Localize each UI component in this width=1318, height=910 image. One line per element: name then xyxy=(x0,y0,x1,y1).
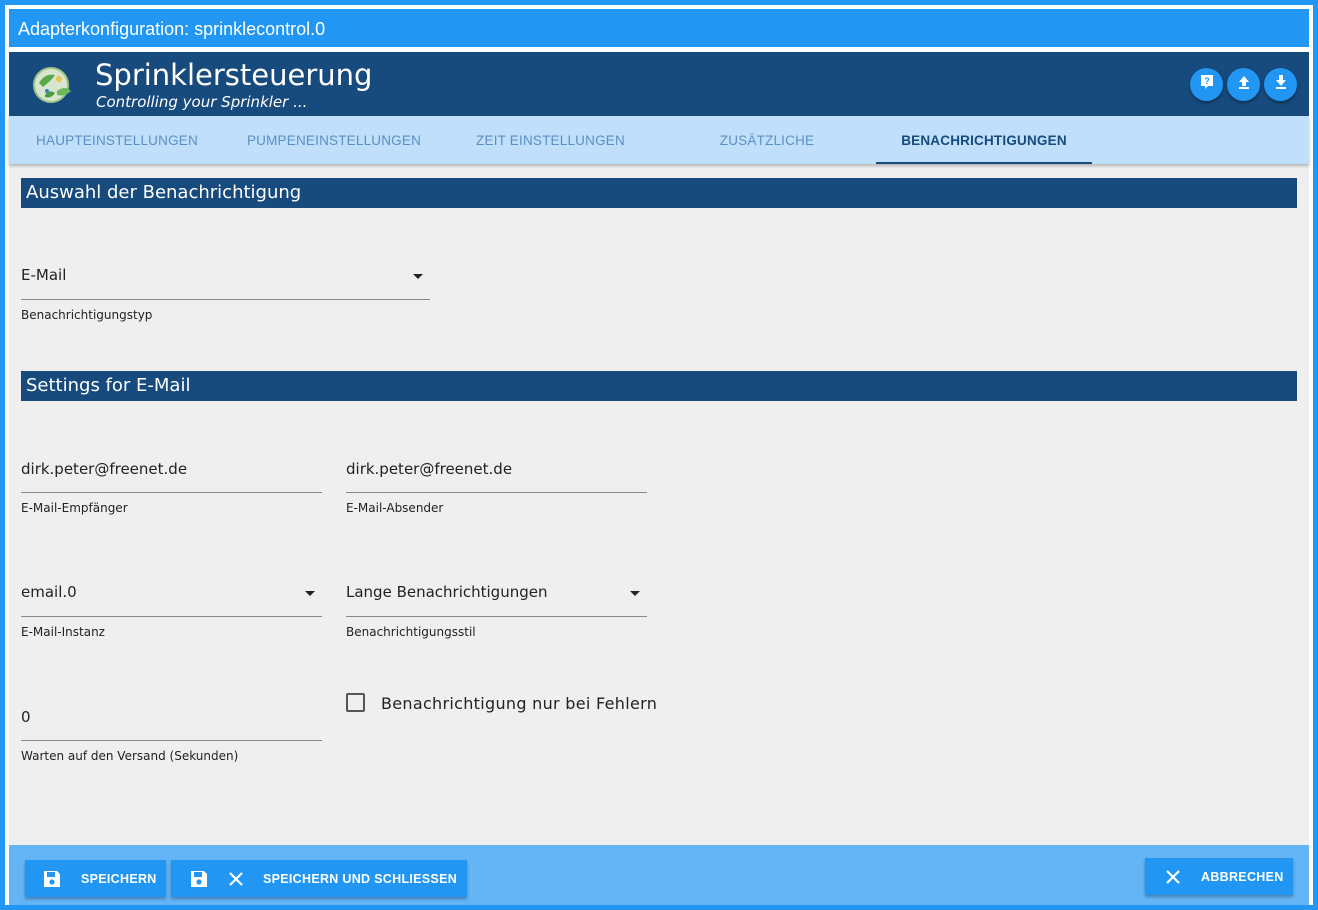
tab-bar: HAUPTEINSTELLUNGEN PUMPENEINSTELLUNGEN Z… xyxy=(9,116,1309,198)
field-underline xyxy=(21,299,430,300)
chevron-down-icon xyxy=(413,274,423,279)
adapter-header: Sprinklersteuerung Controlling your Spri… xyxy=(9,52,1309,116)
save-button[interactable]: SPEICHERN xyxy=(25,860,166,897)
svg-text:?: ? xyxy=(1204,76,1210,86)
download-button[interactable] xyxy=(1264,68,1297,101)
chevron-down-icon xyxy=(305,591,315,596)
adapter-title: Sprinklersteuerung xyxy=(95,58,373,92)
cancel-label: ABBRECHEN xyxy=(1201,869,1284,884)
notify-style-select[interactable]: Lange Benachrichtigungen Benachrichtigun… xyxy=(346,579,647,649)
only-errors-checkbox[interactable] xyxy=(346,693,365,712)
field-underline xyxy=(346,492,647,493)
footer-bar: SPEICHERN SPEICHERN UND SCHLIESSEN ABBRE… xyxy=(9,845,1309,905)
sprinkler-logo-icon xyxy=(29,61,77,107)
chevron-down-icon xyxy=(630,591,640,596)
email-instance-select[interactable]: email.0 E-Mail-Instanz xyxy=(21,579,322,649)
notify-style-value: Lange Benachrichtigungen xyxy=(346,583,548,601)
active-tab-indicator xyxy=(876,162,1092,164)
field-underline xyxy=(21,616,322,617)
notify-style-label: Benachrichtigungsstil xyxy=(346,625,476,639)
only-errors-label[interactable]: Benachrichtigung nur bei Fehlern xyxy=(381,694,657,713)
adapter-subtitle: Controlling your Sprinkler ... xyxy=(96,93,308,111)
download-icon xyxy=(1273,74,1289,95)
close-icon xyxy=(1165,869,1181,885)
window-title: Adapterkonfiguration: sprinklecontrol.0 xyxy=(9,9,1309,47)
tab-benachrichtigungen[interactable]: BENACHRICHTIGUNGEN xyxy=(876,116,1092,164)
tab-zeit-einstellungen[interactable]: ZEIT EINSTELLUNGEN xyxy=(452,116,649,164)
tab-pumpeneinstellungen[interactable]: PUMPENEINSTELLUNGEN xyxy=(235,116,433,164)
upload-icon xyxy=(1236,74,1252,95)
email-from-label: E-Mail-Absender xyxy=(346,501,444,515)
close-icon xyxy=(228,871,244,887)
help-button[interactable]: ? xyxy=(1190,68,1223,101)
wait-send-value: 0 xyxy=(21,708,31,726)
save-label: SPEICHERN xyxy=(81,871,157,886)
section-email-settings: Settings for E-Mail xyxy=(21,371,1297,401)
field-underline xyxy=(21,492,322,493)
email-from-value: dirk.peter@freenet.de xyxy=(346,460,513,478)
email-instance-value: email.0 xyxy=(21,583,77,601)
wait-send-label: Warten auf den Versand (Sekunden) xyxy=(21,749,239,763)
notify-type-label: Benachrichtigungstyp xyxy=(21,308,153,322)
cancel-button[interactable]: ABBRECHEN xyxy=(1145,858,1293,895)
help-icon: ? xyxy=(1199,74,1215,95)
notify-type-value: E-Mail xyxy=(21,266,67,284)
floppy-disk-icon xyxy=(190,870,208,888)
tab-zusaetzliche-einstellungen[interactable]: ZUSÄTZLICHE EINSTELLUNGEN xyxy=(661,116,873,198)
section-notify-select: Auswahl der Benachrichtigung xyxy=(21,178,1297,208)
email-instance-label: E-Mail-Instanz xyxy=(21,625,105,639)
field-underline xyxy=(346,616,647,617)
floppy-disk-icon xyxy=(43,870,61,888)
tab-haupteinstellungen[interactable]: HAUPTEINSTELLUNGEN xyxy=(19,116,215,164)
notify-type-select[interactable]: E-Mail Benachrichtigungstyp xyxy=(21,262,430,332)
save-and-close-button[interactable]: SPEICHERN UND SCHLIESSEN xyxy=(171,860,467,897)
email-to-value: dirk.peter@freenet.de xyxy=(21,460,188,478)
upload-button[interactable] xyxy=(1227,68,1260,101)
email-from-field[interactable]: dirk.peter@freenet.de E-Mail-Absender xyxy=(346,456,647,526)
email-to-label: E-Mail-Empfänger xyxy=(21,501,128,515)
save-and-close-label: SPEICHERN UND SCHLIESSEN xyxy=(263,871,458,886)
email-to-field[interactable]: dirk.peter@freenet.de E-Mail-Empfänger xyxy=(21,456,322,526)
field-underline xyxy=(21,740,322,741)
wait-send-field[interactable]: 0 Warten auf den Versand (Sekunden) xyxy=(21,704,322,774)
